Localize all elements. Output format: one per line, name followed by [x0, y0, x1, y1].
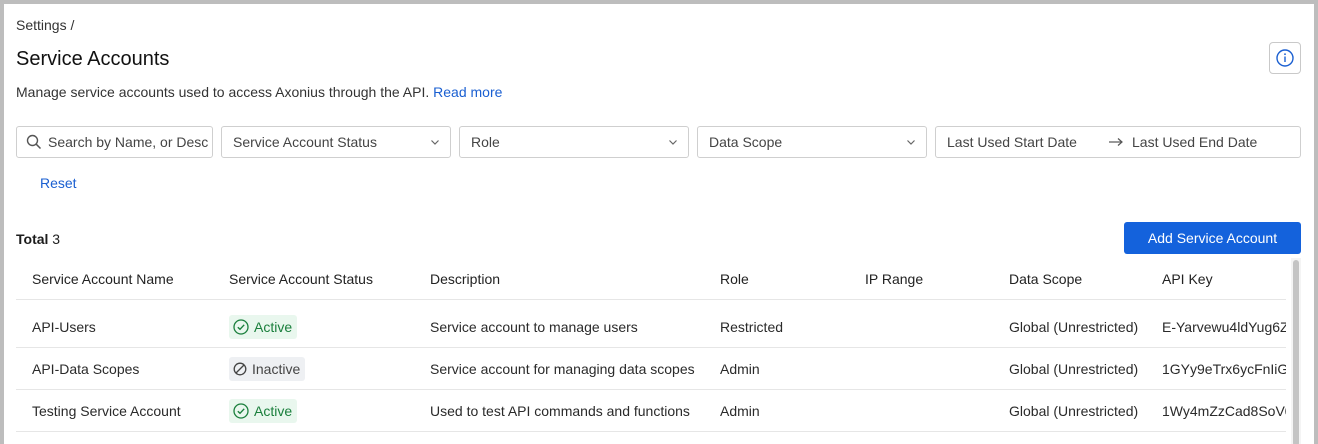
arrow-right-icon [1109, 138, 1123, 146]
search-input[interactable]: Search by Name, or Desc [16, 126, 213, 158]
data-scope-filter-label: Data Scope [709, 134, 783, 150]
check-circle-icon [233, 319, 249, 335]
status-cell: Inactive [229, 348, 419, 390]
role: Restricted [720, 319, 784, 335]
search-icon [26, 134, 42, 150]
chevron-down-icon [669, 140, 677, 145]
chevron-down-icon [907, 140, 915, 145]
description: Service account for managing data scopes [430, 361, 695, 377]
column-header-role[interactable]: Role [720, 258, 860, 300]
breadcrumb[interactable]: Settings / [16, 17, 74, 33]
end-date-input[interactable]: Last Used End Date [1132, 134, 1257, 150]
page-frame: Settings / Service Accounts Manage servi… [0, 0, 1318, 444]
data-scope: Global (Unrestricted) [1009, 403, 1139, 419]
status-text: Active [254, 403, 293, 419]
role: Admin [720, 361, 760, 377]
status-cell: Active [229, 390, 419, 432]
page-description: Manage service accounts used to access A… [16, 84, 502, 100]
total-label: Total [16, 231, 49, 247]
read-more-link[interactable]: Read more [433, 84, 502, 100]
ip-range [865, 306, 1005, 348]
add-service-account-button[interactable]: Add Service Account [1124, 222, 1301, 254]
data-scope-filter-select[interactable]: Data Scope [697, 126, 927, 158]
account-name: API-Users [32, 319, 96, 335]
table-scrollbar[interactable] [1291, 258, 1301, 444]
info-button[interactable] [1269, 42, 1301, 74]
ip-range [865, 390, 1005, 432]
service-accounts-table: Service Account Name Service Account Sta… [16, 258, 1286, 444]
status-badge: Active [229, 399, 298, 423]
table-header-row: Service Account Name Service Account Sta… [16, 258, 1286, 300]
status-cell: Active [229, 306, 419, 348]
description: Service account to manage users [430, 319, 638, 335]
data-scope: Global (Unrestricted) [1009, 361, 1139, 377]
scrollbar-thumb[interactable] [1293, 260, 1299, 444]
reset-filters-link[interactable]: Reset [40, 175, 77, 191]
column-header-api-key[interactable]: API Key [1162, 258, 1286, 300]
status-badge: Inactive [229, 357, 306, 381]
data-scope: Global (Unrestricted) [1009, 319, 1139, 335]
status-badge: Active [229, 315, 298, 339]
description: Used to test API commands and functions [430, 403, 690, 419]
column-header-description[interactable]: Description [430, 258, 715, 300]
role-filter-label: Role [471, 134, 500, 150]
check-circle-icon [233, 403, 249, 419]
status-filter-select[interactable]: Service Account Status [221, 126, 451, 158]
status-filter-label: Service Account Status [233, 134, 377, 150]
status-text: Active [254, 319, 293, 335]
column-header-name[interactable]: Service Account Name [32, 258, 222, 300]
search-placeholder: Search by Name, or Desc [48, 134, 209, 150]
account-name: API-Data Scopes [32, 361, 140, 377]
description-text: Manage service accounts used to access A… [16, 84, 430, 100]
page-title: Service Accounts [16, 48, 170, 70]
api-key: 1GYy9eTrx6ycFnIiGi [1162, 361, 1286, 377]
table-row[interactable]: API-Data Scopes Inactive Service account… [16, 348, 1286, 390]
api-key: E-Yarvewu4ldYug6Z [1162, 319, 1286, 335]
account-name: Testing Service Account [32, 403, 181, 419]
ip-range [865, 348, 1005, 390]
chevron-down-icon [431, 140, 439, 145]
start-date-input[interactable]: Last Used Start Date [947, 134, 1077, 150]
total-value: 3 [52, 231, 61, 247]
column-header-status[interactable]: Service Account Status [229, 258, 419, 300]
column-header-ip-range[interactable]: IP Range [865, 258, 1005, 300]
column-header-data-scope[interactable]: Data Scope [1009, 258, 1159, 300]
info-icon [1276, 49, 1294, 67]
table-row[interactable]: Testing Service Account Active Used to t… [16, 390, 1286, 432]
filter-bar: Search by Name, or Desc Service Account … [16, 126, 1301, 158]
total-count: Total 3 [16, 231, 60, 247]
disabled-circle-icon [233, 362, 247, 376]
api-key: 1Wy4mZzCad8SoV0 [1162, 403, 1286, 419]
status-text: Inactive [252, 361, 301, 377]
role: Admin [720, 403, 760, 419]
date-range-picker[interactable]: Last Used Start Date Last Used End Date [935, 126, 1301, 158]
table-row[interactable]: API-Users Active Service account to mana… [16, 306, 1286, 348]
role-filter-select[interactable]: Role [459, 126, 689, 158]
